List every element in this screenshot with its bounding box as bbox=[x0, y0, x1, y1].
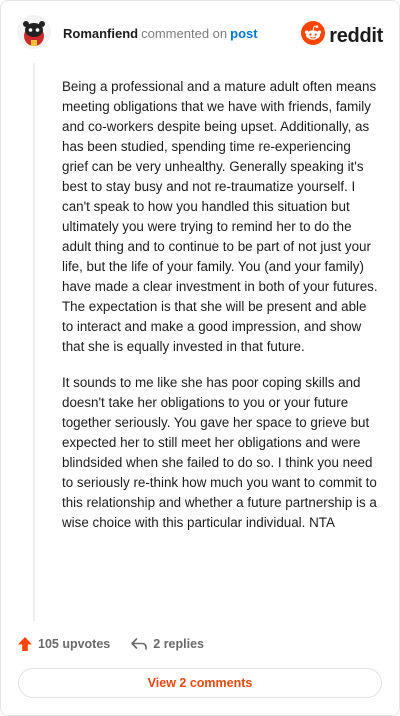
upvote-button[interactable]: 105 upvotes bbox=[17, 636, 110, 652]
comment-actions: 105 upvotes 2 replies bbox=[17, 634, 204, 654]
comment-card: Romanfiend commented on post reddit Bein… bbox=[0, 0, 400, 716]
comment-paragraph: Being a professional and a mature adult … bbox=[62, 79, 378, 354]
snoo-avatar-icon[interactable] bbox=[17, 15, 51, 49]
post-link[interactable]: post bbox=[230, 26, 257, 41]
reddit-brand[interactable]: reddit bbox=[301, 21, 383, 50]
thread-line[interactable] bbox=[33, 63, 35, 621]
byline-action-text: commented on bbox=[141, 26, 228, 41]
byline: Romanfiend commented on post bbox=[63, 26, 258, 42]
comment-header: Romanfiend commented on post reddit bbox=[1, 1, 399, 63]
author-name[interactable]: Romanfiend bbox=[63, 26, 138, 41]
replies-button[interactable]: 2 replies bbox=[130, 636, 204, 652]
reddit-wordmark: reddit bbox=[329, 24, 383, 47]
upvote-count: 105 upvotes bbox=[38, 637, 111, 651]
reply-count: 2 replies bbox=[153, 637, 204, 651]
comment-paragraph: It sounds to me like she has poor coping… bbox=[62, 375, 377, 530]
reddit-logo-icon bbox=[301, 21, 326, 50]
view-comments-button[interactable]: View 2 comments bbox=[18, 668, 382, 698]
reply-arrow-icon bbox=[131, 638, 148, 650]
upvote-arrow-icon bbox=[18, 637, 32, 651]
comment-body: Being a professional and a mature adult … bbox=[62, 77, 378, 549]
